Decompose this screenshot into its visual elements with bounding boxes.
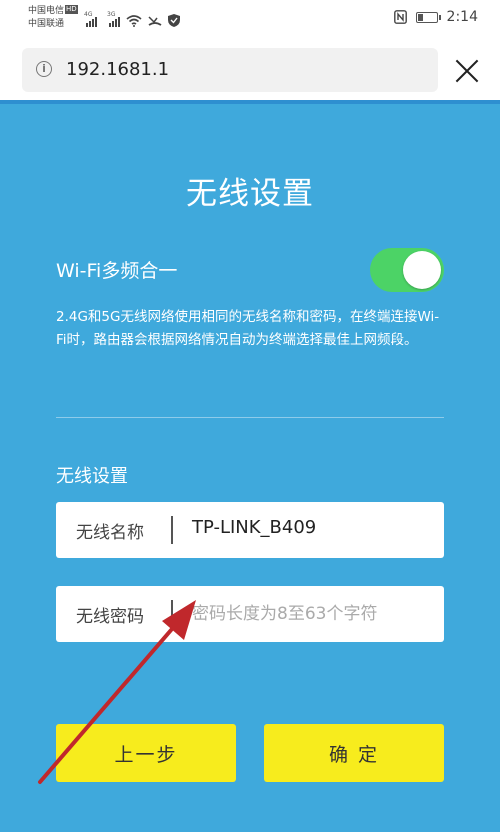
password-field[interactable]: 无线密码 (56, 586, 444, 642)
divider (56, 417, 444, 418)
url-text[interactable]: 192.1681.1 (66, 59, 169, 80)
nfc-icon (393, 10, 407, 24)
hd-badge: HD (65, 5, 78, 14)
status-right: 2:14 (393, 9, 478, 25)
field-divider (171, 516, 173, 544)
ssid-label: 无线名称 (76, 523, 144, 543)
info-icon[interactable]: i (36, 61, 52, 77)
wifi-merge-label: Wi-Fi多频合一 (56, 260, 178, 282)
carrier-1: 中国电信 (28, 6, 65, 16)
ssid-value[interactable]: TP-LINK_B409 (192, 517, 432, 538)
battery-icon (415, 11, 441, 23)
signal-sim2-icon: 3G (107, 11, 120, 27)
password-input[interactable] (192, 600, 432, 628)
shield-icon (168, 14, 180, 27)
text-cursor (171, 600, 173, 628)
wifi-icon (126, 15, 142, 27)
carrier-info: 中国电信 HD 中国联通 (28, 5, 78, 31)
signal-icons: 4G 3G (84, 9, 180, 27)
confirm-button[interactable]: 确 定 (264, 724, 444, 782)
close-icon[interactable] (454, 58, 480, 84)
browser-toolbar: i 192.1681.1 (0, 36, 500, 100)
signal-sim1-icon: 4G (84, 11, 97, 27)
annotation-arrow-icon (38, 600, 196, 784)
wifi-merge-description: 2.4G和5G无线网络使用相同的无线名称和密码，在终端连接Wi-Fi时，路由器会… (56, 309, 440, 348)
section-title: 无线设置 (56, 466, 128, 487)
ssid-field[interactable]: 无线名称 TP-LINK_B409 (56, 502, 444, 558)
page-load-bar (0, 100, 500, 104)
prev-button[interactable]: 上一步 (56, 724, 236, 782)
address-bar[interactable]: i 192.1681.1 (22, 48, 438, 92)
carrier-2: 中国联通 (28, 19, 65, 29)
toggle-knob (403, 251, 441, 289)
password-label: 无线密码 (76, 607, 144, 627)
wifi-merge-toggle[interactable] (370, 248, 444, 292)
missed-call-icon (148, 15, 162, 27)
page-title: 无线设置 (186, 176, 314, 212)
clock: 2:14 (446, 9, 478, 25)
status-bar: 中国电信 HD 中国联通 4G 3G 2:14 (0, 0, 500, 36)
